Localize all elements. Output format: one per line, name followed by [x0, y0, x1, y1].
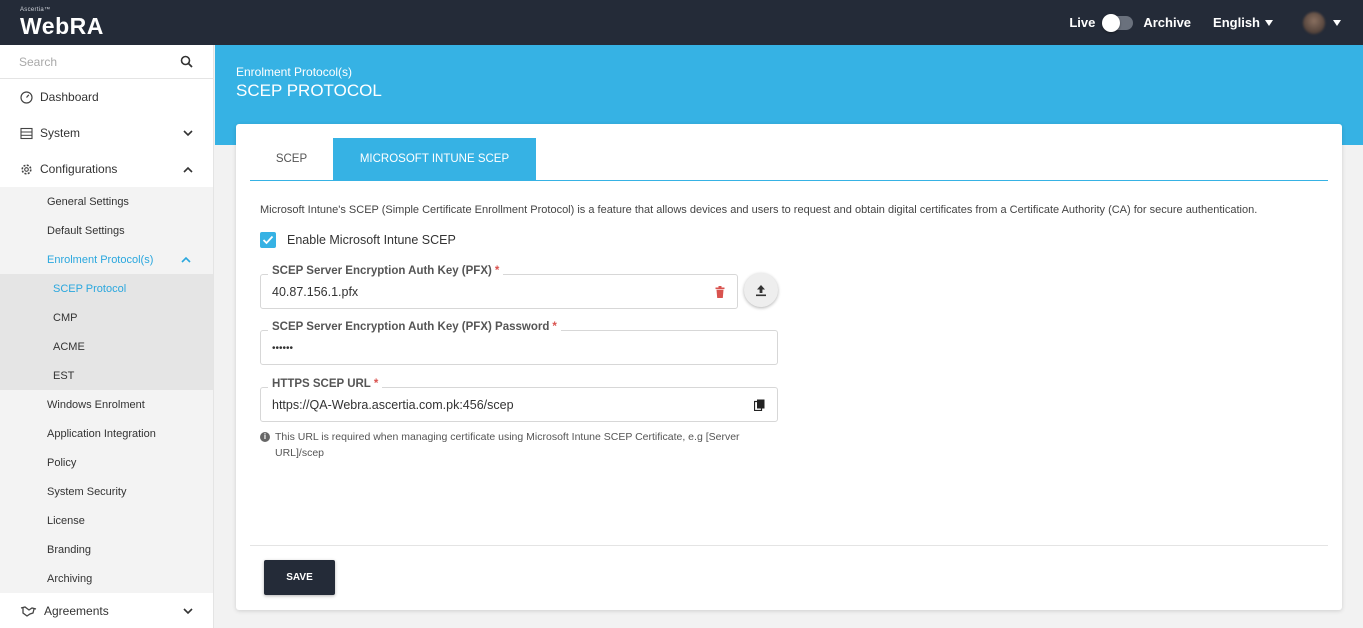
hint-text: This URL is required when managing certi… — [275, 431, 740, 459]
configurations-submenu: General Settings Default Settings Enrolm… — [0, 187, 213, 593]
footer-divider — [250, 545, 1328, 546]
sidebar-item-label: Windows Enrolment — [47, 398, 145, 411]
sidebar-item-scep-protocol[interactable]: SCEP Protocol — [0, 274, 213, 303]
sidebar-item-license[interactable]: License — [0, 506, 213, 535]
sidebar-item-label: CMP — [53, 311, 78, 324]
tab-microsoft-intune-scep[interactable]: MICROSOFT INTUNE SCEP — [333, 138, 536, 180]
chevron-up-icon — [181, 256, 191, 263]
sidebar-item-dashboard[interactable]: Dashboard — [0, 79, 213, 115]
scep-url-hint: i This URL is required when managing cer… — [260, 429, 760, 461]
sidebar-item-agreements[interactable]: Agreements — [0, 593, 213, 628]
sidebar-item-branding[interactable]: Branding — [0, 535, 213, 564]
sidebar-item-label: License — [47, 514, 85, 527]
sidebar-item-label: Policy — [47, 456, 77, 469]
required-mark: * — [494, 265, 500, 277]
sidebar-item-label: ACME — [53, 340, 85, 353]
save-button[interactable]: SAVE — [264, 560, 335, 595]
enable-intune-checkbox[interactable] — [260, 232, 276, 248]
field-label: HTTPS SCEP URL * — [268, 378, 383, 390]
pfx-password-value: •••••• — [272, 343, 294, 354]
sidebar-item-cmp[interactable]: CMP — [0, 303, 213, 332]
sidebar-item-default-settings[interactable]: Default Settings — [0, 216, 213, 245]
server-icon — [20, 127, 33, 140]
brand-name: WebRA — [20, 13, 104, 39]
trash-icon[interactable] — [713, 285, 726, 298]
gear-icon — [20, 163, 33, 176]
chevron-down-icon — [183, 607, 193, 614]
dashboard-icon — [20, 90, 33, 104]
sidebar-item-policy[interactable]: Policy — [0, 448, 213, 477]
archive-label: Archive — [1143, 15, 1192, 30]
tab-bar: SCEP MICROSOFT INTUNE SCEP — [250, 138, 1328, 181]
sidebar-item-label: System Security — [47, 485, 127, 498]
brand-logo[interactable]: Ascertia™ WebRA — [20, 7, 104, 38]
language-selector[interactable]: English — [1213, 15, 1273, 30]
sidebar-item-label: General Settings — [47, 195, 129, 208]
sidebar: Dashboard System Configurations General … — [0, 45, 214, 628]
sidebar-item-windows-enrolment[interactable]: Windows Enrolment — [0, 390, 213, 419]
required-mark: * — [373, 378, 379, 390]
chevron-down-icon — [183, 129, 193, 136]
pfx-file-value: 40.87.156.1.pfx — [272, 285, 359, 299]
sidebar-item-label: SCEP Protocol — [53, 282, 127, 295]
field-label: SCEP Server Encryption Auth Key (PFX) Pa… — [268, 321, 561, 333]
breadcrumb[interactable]: Enrolment Protocol(s) — [236, 65, 352, 79]
sidebar-item-system-security[interactable]: System Security — [0, 477, 213, 506]
sidebar-item-enrolment-protocols[interactable]: Enrolment Protocol(s) — [0, 245, 213, 274]
pfx-password-field[interactable]: SCEP Server Encryption Auth Key (PFX) Pa… — [260, 321, 778, 365]
sidebar-item-label: Branding — [47, 543, 92, 556]
search-input[interactable] — [19, 54, 169, 69]
required-mark: * — [552, 321, 557, 333]
intune-description: Microsoft Intune's SCEP (Simple Certific… — [260, 204, 1258, 216]
upload-pfx-button[interactable] — [744, 273, 778, 307]
sidebar-item-application-integration[interactable]: Application Integration — [0, 419, 213, 448]
scep-url-field[interactable]: HTTPS SCEP URL * https://QA-Webra.ascerti… — [260, 378, 778, 422]
field-label-text: SCEP Server Encryption Auth Key (PFX) Pa… — [272, 321, 550, 333]
live-archive-toggle[interactable] — [1102, 13, 1134, 32]
sidebar-item-label: Agreements — [44, 604, 109, 618]
handshake-icon — [20, 605, 37, 618]
scep-url-value: https://QA-Webra.ascertia.com.pk:456/sce… — [272, 398, 514, 412]
protocols-submenu: SCEP Protocol CMP ACME EST — [0, 274, 213, 390]
chevron-up-icon — [183, 166, 193, 173]
user-avatar[interactable] — [1303, 11, 1325, 34]
sidebar-item-label: Archiving — [47, 572, 93, 585]
sidebar-item-system[interactable]: System — [0, 115, 213, 151]
sidebar-item-configurations[interactable]: Configurations — [0, 151, 213, 187]
field-label: SCEP Server Encryption Auth Key (PFX) * — [268, 265, 504, 277]
field-label-text: SCEP Server Encryption Auth Key (PFX) — [272, 265, 492, 277]
caret-down-icon — [1265, 19, 1273, 26]
sidebar-item-label: Configurations — [40, 162, 118, 176]
sidebar-item-label: Enrolment Protocol(s) — [47, 253, 154, 266]
user-menu-caret-icon[interactable] — [1333, 19, 1341, 26]
search-icon[interactable] — [180, 55, 193, 68]
copy-icon[interactable] — [753, 398, 766, 411]
top-right-controls: Live Archive English — [1069, 0, 1341, 45]
sidebar-item-label: EST — [53, 369, 75, 382]
sidebar-search — [0, 45, 213, 79]
enable-intune-label: Enable Microsoft Intune SCEP — [287, 233, 456, 247]
upload-icon — [756, 284, 766, 296]
tab-scep[interactable]: SCEP — [250, 138, 333, 180]
pfx-file-field[interactable]: SCEP Server Encryption Auth Key (PFX) * 4… — [260, 265, 738, 309]
info-icon: i — [260, 432, 270, 442]
top-bar: Ascertia™ WebRA Live Archive English — [0, 0, 1363, 45]
sidebar-item-general-settings[interactable]: General Settings — [0, 187, 213, 216]
sidebar-item-est[interactable]: EST — [0, 361, 213, 390]
toggle-knob — [1102, 13, 1121, 32]
live-label: Live — [1069, 15, 1096, 30]
sidebar-item-label: System — [40, 126, 81, 140]
field-label-text: HTTPS SCEP URL — [272, 378, 371, 390]
sidebar-item-archiving[interactable]: Archiving — [0, 564, 213, 593]
page-title: SCEP PROTOCOL — [236, 81, 382, 100]
sidebar-item-acme[interactable]: ACME — [0, 332, 213, 361]
sidebar-item-label: Default Settings — [47, 224, 125, 237]
sidebar-item-label: Dashboard — [40, 90, 99, 104]
sidebar-item-label: Application Integration — [47, 427, 156, 440]
checkmark-icon — [262, 235, 274, 245]
settings-card: SCEP MICROSOFT INTUNE SCEP Microsoft Int… — [236, 124, 1342, 610]
enable-intune-row: Enable Microsoft Intune SCEP — [260, 232, 456, 248]
language-label: English — [1213, 15, 1260, 30]
